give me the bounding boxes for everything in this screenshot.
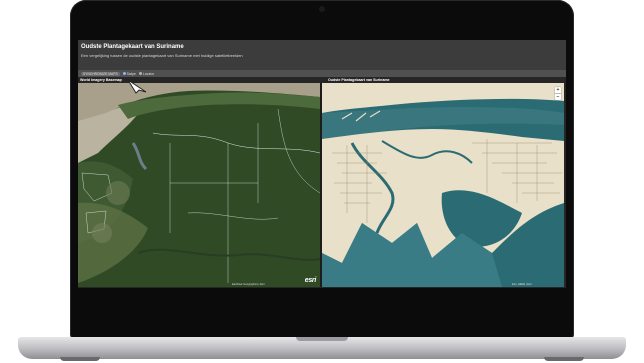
right-attribution: Esri, HERE | Esri — [512, 283, 532, 286]
laptop-foot-left — [60, 357, 100, 361]
swipe-button[interactable]: Swipe — [122, 71, 136, 76]
satellite-imagery — [78, 83, 320, 287]
locator-icon — [138, 72, 142, 75]
cursor-arrow-icon — [126, 78, 148, 99]
page-title: Oudste Plantagekaart van Suriname — [81, 44, 184, 50]
swipe-divider[interactable] — [320, 83, 322, 287]
esri-logo: esri — [304, 277, 317, 284]
page-subtitle: Een vergelijking tussen de oudste planta… — [81, 53, 243, 58]
laptop-notch — [296, 337, 348, 341]
synchronize-maps-button[interactable]: SYNCHRONIZE MAPS — [81, 71, 120, 76]
laptop-foot-right — [544, 357, 584, 361]
locator-label: Locator — [142, 71, 155, 76]
screen: Oudste Plantagekaart van Suriname Een ve… — [78, 40, 566, 288]
app-header: Oudste Plantagekaart van Suriname Een ve… — [78, 40, 566, 70]
zoom-control: + − — [555, 87, 561, 100]
historical-map[interactable]: + − Esri, HERE | Esri — [322, 83, 564, 287]
satellite-map[interactable]: Earthstar Geographics | Esri esri — [78, 83, 320, 287]
map-toolbar: SYNCHRONIZE MAPS Swipe Locator — [78, 70, 566, 77]
camera — [319, 6, 325, 12]
swipe-label: Swipe — [126, 71, 136, 76]
zoom-out-button[interactable]: − — [555, 93, 561, 100]
historical-map-image — [322, 83, 564, 287]
laptop-base — [18, 337, 626, 359]
locator-button[interactable]: Locator — [138, 71, 155, 76]
left-attribution: Earthstar Geographics | Esri — [232, 283, 265, 286]
swipe-icon — [122, 72, 126, 75]
